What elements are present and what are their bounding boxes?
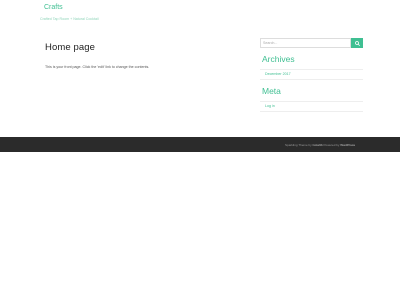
site-footer: Sparkling Theme by Colorlib Powered by W… xyxy=(0,137,400,152)
archives-list: December 2017 xyxy=(260,69,363,80)
page-body-text: This is your front page. Click the 'edit… xyxy=(45,65,150,69)
site-title-link[interactable]: Crafts xyxy=(44,4,63,11)
meta-list: Log in xyxy=(260,101,363,112)
archives-item: December 2017 xyxy=(260,70,363,80)
sidebar: Archives December 2017 Meta Log in xyxy=(260,38,363,112)
footer-credit-middle: Powered by xyxy=(322,143,341,147)
search-button[interactable] xyxy=(351,38,363,48)
archives-link-december-2017[interactable]: December 2017 xyxy=(265,72,291,76)
site-tagline: Crafted Tap Room + Natural Cocktail xyxy=(40,17,99,21)
meta-widget-title: Meta xyxy=(262,86,281,96)
archives-widget-title: Archives xyxy=(262,54,295,64)
meta-link-log-in[interactable]: Log in xyxy=(265,104,275,108)
search-form xyxy=(260,38,363,48)
search-input[interactable] xyxy=(260,38,351,48)
footer-theme-author-link[interactable]: Colorlib xyxy=(313,143,323,147)
site-header: Crafts Crafted Tap Room + Natural Cockta… xyxy=(0,0,400,26)
page-title: Home page xyxy=(45,42,96,53)
search-icon xyxy=(354,40,360,46)
site-page: Crafts Crafted Tap Room + Natural Cockta… xyxy=(0,0,400,300)
footer-credit-prefix: Sparkling Theme by xyxy=(285,143,313,147)
footer-platform-link[interactable]: WordPress xyxy=(340,143,355,147)
meta-item: Log in xyxy=(260,102,363,112)
main-content: Home page This is your front page. Click… xyxy=(45,42,245,69)
footer-credit: Sparkling Theme by Colorlib Powered by W… xyxy=(285,143,355,147)
